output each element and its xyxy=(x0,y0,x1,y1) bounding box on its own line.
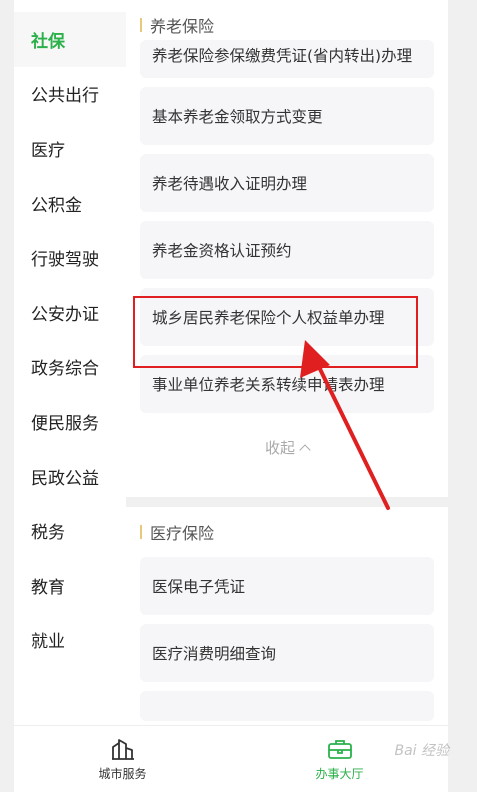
nav-office-hall-label: 办事大厅 xyxy=(315,766,364,781)
page: 社保 公共出行 医疗 公积金 行驶驾驶 公安办证 政务综合 便民服务 民政公益 … xyxy=(0,0,477,792)
service-card[interactable]: 养老待遇收入证明办理 xyxy=(140,154,434,212)
collapse-label: 收起 xyxy=(264,438,295,457)
service-card[interactable]: 养老保险参保缴费凭证(省内转出)办理 xyxy=(140,40,434,78)
sidebar-item-government[interactable]: 政务综合 xyxy=(14,340,126,395)
service-card-partial[interactable] xyxy=(140,691,434,721)
section-title: 养老保险 xyxy=(150,17,215,36)
service-card[interactable]: 养老金资格认证预约 xyxy=(140,221,434,279)
sidebar-item-social-security[interactable]: 社保 xyxy=(14,12,126,67)
sidebar-item-employment[interactable]: 就业 xyxy=(14,613,126,668)
sidebar-item-housing-fund[interactable]: 公积金 xyxy=(14,176,126,231)
service-card[interactable]: 医保电子凭证 xyxy=(140,557,434,615)
sidebar-item-public-security[interactable]: 公安办证 xyxy=(14,285,126,340)
nav-city-service[interactable]: 城市服务 xyxy=(14,726,231,792)
sidebar-item-convenience[interactable]: 便民服务 xyxy=(14,394,126,449)
sidebar-item-education[interactable]: 教育 xyxy=(14,558,126,613)
sidebar-item-civil-affairs[interactable]: 民政公益 xyxy=(14,449,126,504)
sidebar-item-tax[interactable]: 税务 xyxy=(14,503,126,558)
service-card[interactable]: 事业单位养老关系转续申请表办理 xyxy=(140,355,434,413)
medical-section: 医疗保险 医保电子凭证 医疗消费明细查询 xyxy=(126,507,448,725)
section-title: 医疗保险 xyxy=(150,524,215,543)
pension-section: 养老保险 养老保险参保缴费凭证(省内转出)办理 基本养老金领取方式变更 养老待遇… xyxy=(126,0,448,497)
section-bar xyxy=(140,525,142,539)
section-bar xyxy=(140,18,142,32)
sidebar-item-public-transport[interactable]: 公共出行 xyxy=(14,67,126,122)
service-card-highlighted[interactable]: 城乡居民养老保险个人权益单办理 xyxy=(140,288,434,346)
chevron-up-icon xyxy=(299,443,311,456)
sidebar-item-driving[interactable]: 行驶驾驶 xyxy=(14,230,126,285)
city-buildings-icon xyxy=(111,738,134,760)
bottom-navigation: 城市服务 办事大厅 xyxy=(14,725,448,792)
section-header: 医疗保险 xyxy=(140,507,434,557)
briefcase-icon xyxy=(327,739,352,759)
service-card[interactable]: 基本养老金领取方式变更 xyxy=(140,87,434,145)
sidebar-item-medical[interactable]: 医疗 xyxy=(14,121,126,176)
nav-city-service-label: 城市服务 xyxy=(98,766,147,781)
watermark: Bai 经验 xyxy=(394,740,449,760)
service-card[interactable]: 医疗消费明细查询 xyxy=(140,624,434,682)
collapse-button[interactable]: 收起 xyxy=(140,422,434,472)
service-content: 养老保险 养老保险参保缴费凭证(省内转出)办理 基本养老金领取方式变更 养老待遇… xyxy=(126,0,448,725)
watermark-text: Bai 经验 xyxy=(394,743,449,759)
category-sidebar: 社保 公共出行 医疗 公积金 行驶驾驶 公安办证 政务综合 便民服务 民政公益 … xyxy=(14,0,126,725)
